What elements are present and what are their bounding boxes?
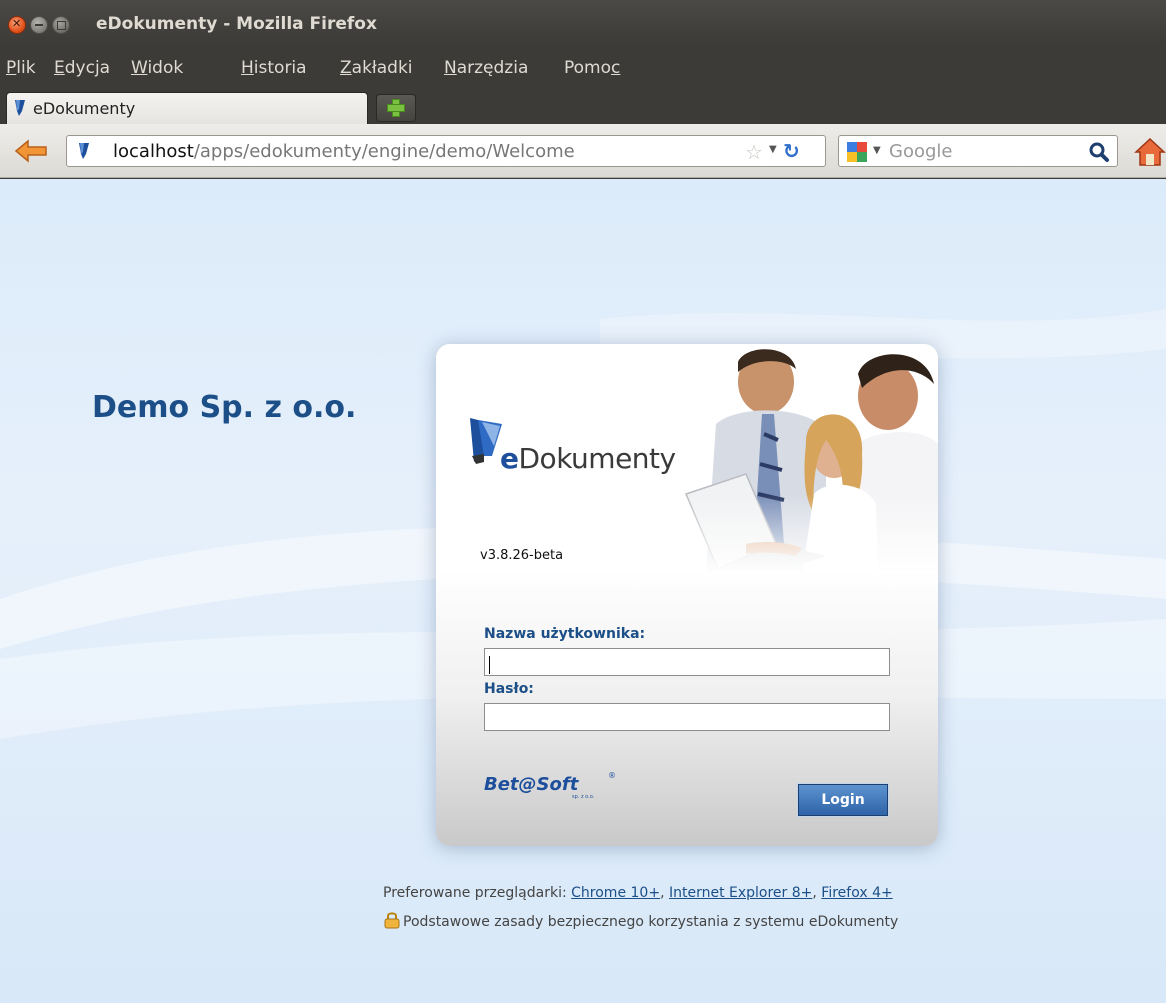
svg-text:®: ® bbox=[608, 771, 616, 780]
back-arrow-icon[interactable] bbox=[14, 138, 48, 164]
edokumenty-logo-text: eDokumenty bbox=[500, 442, 676, 475]
search-placeholder[interactable]: Google bbox=[889, 141, 952, 162]
chrome-link[interactable]: Chrome 10+ bbox=[571, 885, 660, 901]
favicon-icon bbox=[15, 100, 25, 116]
svg-text:Bet@Soft: Bet@Soft bbox=[484, 774, 580, 795]
search-bar[interactable]: ▼ Google bbox=[838, 135, 1118, 167]
version-label: v3.8.26-beta bbox=[480, 548, 564, 563]
menu-plik[interactable]: Plik bbox=[6, 58, 36, 78]
betasoft-logo: Bet@Soft ® sp. z o.o. bbox=[484, 771, 616, 800]
menu-zakladki[interactable]: Zakładki bbox=[340, 58, 413, 78]
window-close-button[interactable] bbox=[8, 16, 26, 34]
window-minimize-button[interactable] bbox=[30, 16, 48, 34]
navigation-bar: localhost/apps/edokumenty/engine/demo/We… bbox=[0, 124, 1166, 178]
username-field[interactable] bbox=[484, 648, 890, 676]
tab-edokumenty[interactable]: eDokumenty bbox=[6, 92, 368, 124]
menu-pomoc[interactable]: Pomoc bbox=[564, 58, 620, 78]
menu-historia[interactable]: Historia bbox=[241, 58, 307, 78]
lock-icon bbox=[384, 912, 400, 929]
menu-narzedzia[interactable]: Narzędzia bbox=[444, 58, 528, 78]
login-card: eDokumenty v3.8.26-beta Nazwa użytkownik… bbox=[436, 344, 938, 846]
password-label: Hasło: bbox=[484, 681, 534, 697]
menu-widok[interactable]: Widok bbox=[131, 58, 183, 78]
login-button[interactable]: Login bbox=[798, 784, 888, 816]
tab-label: eDokumenty bbox=[33, 99, 136, 118]
internet-explorer-link[interactable]: Internet Explorer 8+ bbox=[669, 885, 812, 901]
site-identity-icon[interactable] bbox=[77, 142, 91, 160]
company-name: Demo Sp. z o.o. bbox=[92, 390, 357, 425]
svg-text:sp. z o.o.: sp. z o.o. bbox=[572, 794, 595, 800]
page-content: Demo Sp. z o.o. eDokumenty v3.8.26-beta … bbox=[0, 179, 1166, 1003]
tab-strip: eDokumenty bbox=[0, 88, 1166, 124]
window-maximize-button[interactable] bbox=[52, 16, 70, 34]
url-bar[interactable]: localhost/apps/edokumenty/engine/demo/We… bbox=[66, 135, 826, 167]
menu-bar: Plik Edycja Widok Historia Zakładki Narz… bbox=[0, 44, 1166, 88]
window-titlebar: eDokumenty - Mozilla Firefox bbox=[0, 0, 1166, 44]
url-dropdown-icon[interactable]: ▼ bbox=[769, 144, 777, 155]
reload-icon[interactable]: ↻ bbox=[783, 139, 800, 163]
safety-rules[interactable]: Podstawowe zasady bezpiecznego korzystan… bbox=[383, 911, 898, 930]
bookmark-star-icon[interactable]: ☆ bbox=[745, 140, 763, 164]
url-text[interactable]: localhost/apps/edokumenty/engine/demo/We… bbox=[113, 141, 575, 162]
home-icon[interactable] bbox=[1134, 136, 1166, 168]
search-icon[interactable] bbox=[1087, 140, 1111, 164]
text-caret bbox=[489, 656, 490, 674]
safety-rules-text[interactable]: Podstawowe zasady bezpiecznego korzystan… bbox=[403, 914, 898, 930]
username-label: Nazwa użytkownika: bbox=[484, 626, 646, 642]
search-engine-dropdown-icon[interactable]: ▼ bbox=[873, 145, 881, 156]
menu-edycja[interactable]: Edycja bbox=[54, 58, 110, 78]
preferred-browsers: Preferowane przeglądarki: Chrome 10+, In… bbox=[383, 885, 893, 901]
window-title: eDokumenty - Mozilla Firefox bbox=[96, 14, 377, 34]
firefox-link[interactable]: Firefox 4+ bbox=[821, 885, 892, 901]
google-engine-icon[interactable] bbox=[847, 142, 867, 162]
new-tab-button[interactable] bbox=[376, 94, 416, 122]
password-field[interactable] bbox=[484, 703, 890, 731]
